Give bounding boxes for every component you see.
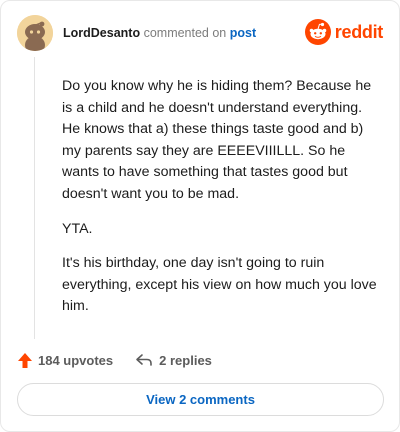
upvote-count: 184 upvotes [38,352,114,368]
comment-actions: 184 upvotes 2 replies [17,349,212,371]
replies-button[interactable]: 2 replies [135,353,212,368]
reddit-snoo-icon [304,19,331,45]
reply-count: 2 replies [159,352,212,368]
upvote-arrow-icon [17,352,33,369]
comment-meta: LordDesanto commented on post [63,26,256,40]
comment-body: Do you know why he is hiding them? Becau… [62,76,380,331]
author-name[interactable]: LordDesanto [63,26,140,40]
thread-line[interactable] [34,57,35,339]
comment-paragraph: Do you know why he is hiding them? Becau… [62,78,372,202]
comment-paragraph: It's his birthday, one day isn't going t… [62,255,377,315]
avatar[interactable] [17,15,53,51]
post-link[interactable]: post [230,26,256,40]
action-text: commented on [143,26,227,40]
reply-arrow-icon [135,353,153,367]
reddit-brand[interactable]: reddit [304,19,384,45]
reddit-wordmark: reddit [334,21,384,42]
comment-paragraph: YTA. [62,220,93,237]
comment-header: LordDesanto commented on post reddit [17,15,383,53]
view-comments-button[interactable]: View 2 comments [17,383,384,416]
comment-card: LordDesanto commented on post reddit Do … [0,0,400,432]
upvote-button[interactable]: 184 upvotes [17,352,113,369]
